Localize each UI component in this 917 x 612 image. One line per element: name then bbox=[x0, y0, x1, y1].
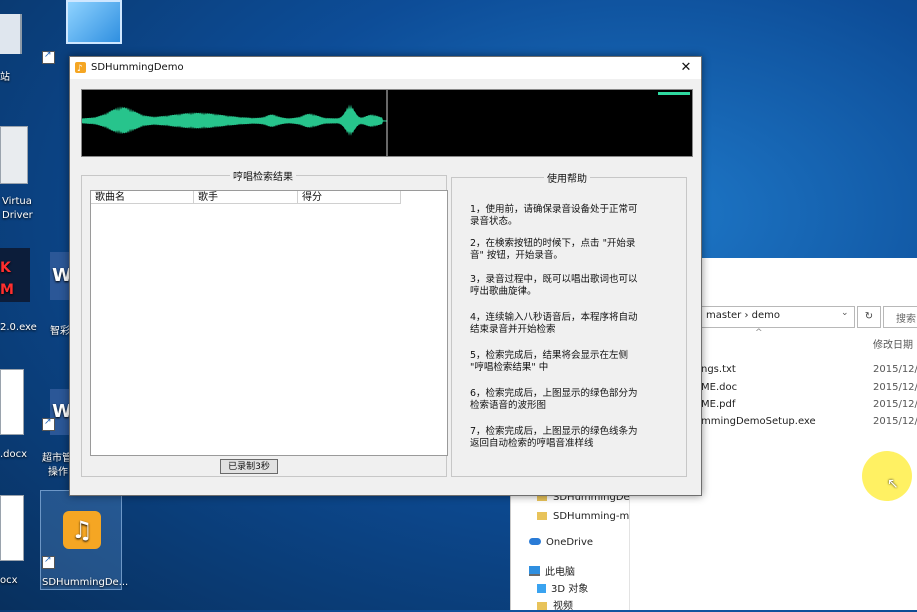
desktop-icon-sdhumming[interactable]: ♫ SDHummingDe... bbox=[40, 490, 128, 590]
computer-icon bbox=[529, 566, 540, 576]
desktop-icon-label: 站 bbox=[0, 72, 10, 83]
navigation-pane: SDHummingDe SDHumming-m OneDrive 此电脑 3D … bbox=[511, 483, 630, 612]
desktop-icon-site[interactable]: 站 bbox=[0, 0, 28, 85]
file-row[interactable]: ngs.txt bbox=[701, 364, 736, 375]
results-list[interactable]: 歌曲名 歌手 得分 bbox=[90, 190, 448, 456]
desktop-icon-exe[interactable]: K M 2.0.exe bbox=[0, 238, 37, 338]
file-date: 2015/12/ bbox=[873, 364, 917, 375]
sdhumming-dialog: ♪ SDHummingDemo ✕ 哼唱检索结果 歌曲名 歌手 得分 已录制3秒… bbox=[69, 56, 702, 496]
cursor-highlight: ↖ bbox=[862, 451, 912, 501]
desktop-icon-docx-2[interactable]: ocx bbox=[0, 495, 26, 595]
cube-icon bbox=[537, 584, 546, 593]
app-icon: ♪ bbox=[75, 62, 86, 73]
waveform-canvas bbox=[82, 90, 690, 156]
desktop-icon-label: 智彩 bbox=[50, 326, 70, 337]
help-group: 使用帮助 1，使用前，请确保录音设备处于正常可录音状态。 2，在検索按钮的时候下… bbox=[451, 170, 687, 477]
window-title: SDHummingDemo bbox=[91, 62, 184, 73]
recycle-bin-icon bbox=[0, 14, 22, 54]
sort-arrow-icon: ^ bbox=[755, 328, 763, 338]
refresh-icon[interactable]: ↻ bbox=[857, 306, 881, 328]
column-header-date[interactable]: 修改日期 bbox=[873, 336, 913, 351]
help-text: 3，录音过程中，既可以唱出歌词也可以哼出歌曲旋律。 bbox=[470, 274, 638, 297]
music-note-icon: ♫ bbox=[63, 511, 101, 549]
file-date: 2015/12/ bbox=[873, 399, 917, 410]
help-text: 7，检索完成后，上图显示的绿色线条为返回自动检索的哼唱音准样线 bbox=[470, 426, 638, 449]
column-header-song[interactable]: 歌曲名 bbox=[91, 191, 194, 204]
nav-item-this-pc[interactable]: 此电脑 bbox=[529, 563, 575, 578]
results-group-title: 哼唱检索结果 bbox=[230, 168, 296, 183]
svg-text:♪: ♪ bbox=[77, 64, 83, 73]
document-icon bbox=[0, 495, 24, 561]
desktop-icon-label: 2.0.exe bbox=[0, 322, 37, 333]
record-button[interactable]: 已录制3秒 bbox=[220, 459, 278, 474]
chevron-down-icon[interactable]: ⌄ bbox=[841, 308, 853, 324]
document-icon bbox=[0, 369, 24, 435]
desktop-icon-label: 操作 bbox=[48, 467, 68, 478]
desktop-icon-label: ocx bbox=[0, 575, 18, 586]
file-row[interactable]: ME.pdf bbox=[701, 399, 735, 410]
driver-icon bbox=[0, 126, 28, 184]
address-bar[interactable]: master › demo bbox=[701, 306, 855, 328]
column-header-score[interactable]: 得分 bbox=[298, 191, 401, 204]
desktop-icon-label: SDHummingDe... bbox=[42, 577, 129, 588]
computer-monitor-icon[interactable] bbox=[62, 0, 122, 45]
desktop-icon-label: Virtua bbox=[2, 196, 32, 207]
folder-icon bbox=[537, 602, 547, 610]
help-text: 2，在検索按钮的时候下，点击 "开始录音" 按钮，开始录音。 bbox=[470, 238, 636, 261]
help-text: 6，检索完成后，上图显示的绿色部分为检索语音的波形图 bbox=[470, 388, 638, 411]
progress-indicator bbox=[658, 92, 690, 95]
file-date: 2015/12/ bbox=[873, 416, 917, 427]
desktop-icon-virtual-driver[interactable]: Virtua Driver bbox=[0, 122, 36, 222]
shortcut-arrow-icon bbox=[42, 50, 55, 64]
file-row[interactable]: mmingDemoSetup.exe bbox=[701, 416, 816, 427]
waveform-shape bbox=[82, 104, 387, 136]
help-text: 5，检索完成后，结果将会显示在左侧 "哼唱检索结果" 中 bbox=[470, 350, 629, 373]
folder-icon bbox=[537, 512, 547, 520]
nav-item-3d-objects[interactable]: 3D 对象 bbox=[537, 580, 588, 595]
desktop-icon-docx-1[interactable]: .docx bbox=[0, 365, 32, 465]
desktop-icon-label: Driver bbox=[2, 210, 33, 221]
search-input[interactable]: 搜索 bbox=[883, 306, 917, 328]
column-header-artist[interactable]: 歌手 bbox=[194, 191, 298, 204]
app-logo-icon: K M bbox=[0, 248, 30, 302]
cloud-icon bbox=[529, 538, 541, 545]
cursor-icon: ↖ bbox=[887, 476, 899, 492]
help-group-title: 使用帮助 bbox=[544, 170, 590, 185]
nav-item-onedrive[interactable]: OneDrive bbox=[529, 537, 593, 548]
file-row[interactable]: ME.doc bbox=[701, 382, 737, 393]
help-text: 4，连续输入八秒语音后，本程序将自动结束录音并开始检索 bbox=[470, 312, 638, 335]
results-group: 哼唱检索结果 歌曲名 歌手 得分 bbox=[81, 168, 448, 477]
nav-item-folder[interactable]: SDHumming-m bbox=[537, 511, 629, 522]
desktop-icon-label: .docx bbox=[0, 449, 28, 460]
close-button[interactable]: ✕ bbox=[671, 57, 701, 79]
file-date: 2015/12/ bbox=[873, 382, 917, 393]
title-bar[interactable]: ♪ SDHummingDemo ✕ bbox=[70, 57, 701, 79]
shortcut-arrow-icon bbox=[42, 555, 55, 569]
desktop-icon-label: 超市管 bbox=[42, 453, 72, 464]
shortcut-arrow-icon bbox=[42, 417, 55, 431]
waveform-display bbox=[81, 89, 693, 157]
help-text: 1，使用前，请确保录音设备处于正常可录音状态。 bbox=[470, 204, 638, 227]
